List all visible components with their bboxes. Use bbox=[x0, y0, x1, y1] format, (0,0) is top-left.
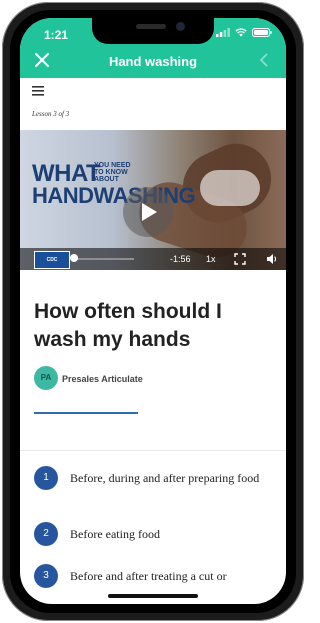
system-icons bbox=[216, 28, 272, 37]
step-text: Before, during and after preparing food bbox=[70, 471, 260, 485]
fullscreen-icon[interactable] bbox=[234, 253, 246, 265]
volume-icon[interactable] bbox=[266, 253, 278, 265]
chevron-left-icon[interactable] bbox=[256, 50, 272, 70]
home-indicator[interactable] bbox=[108, 594, 198, 598]
video-scrubber-track[interactable] bbox=[74, 258, 134, 260]
video-controls: CDC -1:56 1x bbox=[20, 248, 286, 270]
cdc-logo: CDC bbox=[34, 251, 70, 269]
video-scrubber-handle[interactable] bbox=[70, 254, 78, 262]
battery-icon bbox=[252, 28, 272, 37]
nav-row: Hand washing bbox=[20, 46, 286, 76]
video-title-small: YOU NEED TO KNOW ABOUT bbox=[94, 162, 131, 183]
author-name: Presales Articulate bbox=[62, 374, 143, 384]
avatar: PA bbox=[34, 366, 58, 390]
lesson-heading: How often should I wash my hands bbox=[34, 300, 222, 351]
play-button[interactable] bbox=[123, 187, 173, 237]
video-thumbnail-soap bbox=[200, 170, 260, 206]
step-number-badge: 2 bbox=[34, 522, 58, 546]
front-camera bbox=[176, 22, 185, 31]
time-remaining: -1:56 bbox=[170, 254, 191, 264]
playback-speed-button[interactable]: 1x bbox=[206, 254, 216, 264]
speaker-grille bbox=[136, 24, 166, 29]
heading-underline bbox=[34, 412, 138, 414]
lesson-progress: Lesson 3 of 3 bbox=[32, 110, 70, 118]
step-number-badge: 3 bbox=[34, 564, 58, 588]
status-time: 1:21 bbox=[44, 28, 69, 42]
video-player[interactable]: WHAT YOU NEED TO KNOW ABOUT HANDWASHING … bbox=[20, 130, 286, 270]
camera-notch bbox=[92, 18, 214, 44]
step-text: Before eating food bbox=[70, 527, 160, 541]
signal-icon bbox=[216, 28, 230, 37]
wifi-icon bbox=[235, 28, 247, 37]
step-number-badge: 1 bbox=[34, 466, 58, 490]
page-title: Hand washing bbox=[108, 54, 198, 69]
step-text: Before and after treating a cut or bbox=[70, 569, 227, 583]
menu-icon[interactable] bbox=[32, 86, 44, 96]
divider bbox=[20, 450, 286, 451]
app-screen: 1:21 Hand washing Lesson 3 of 3 WHAT YOU… bbox=[20, 18, 286, 604]
play-icon bbox=[142, 203, 157, 221]
